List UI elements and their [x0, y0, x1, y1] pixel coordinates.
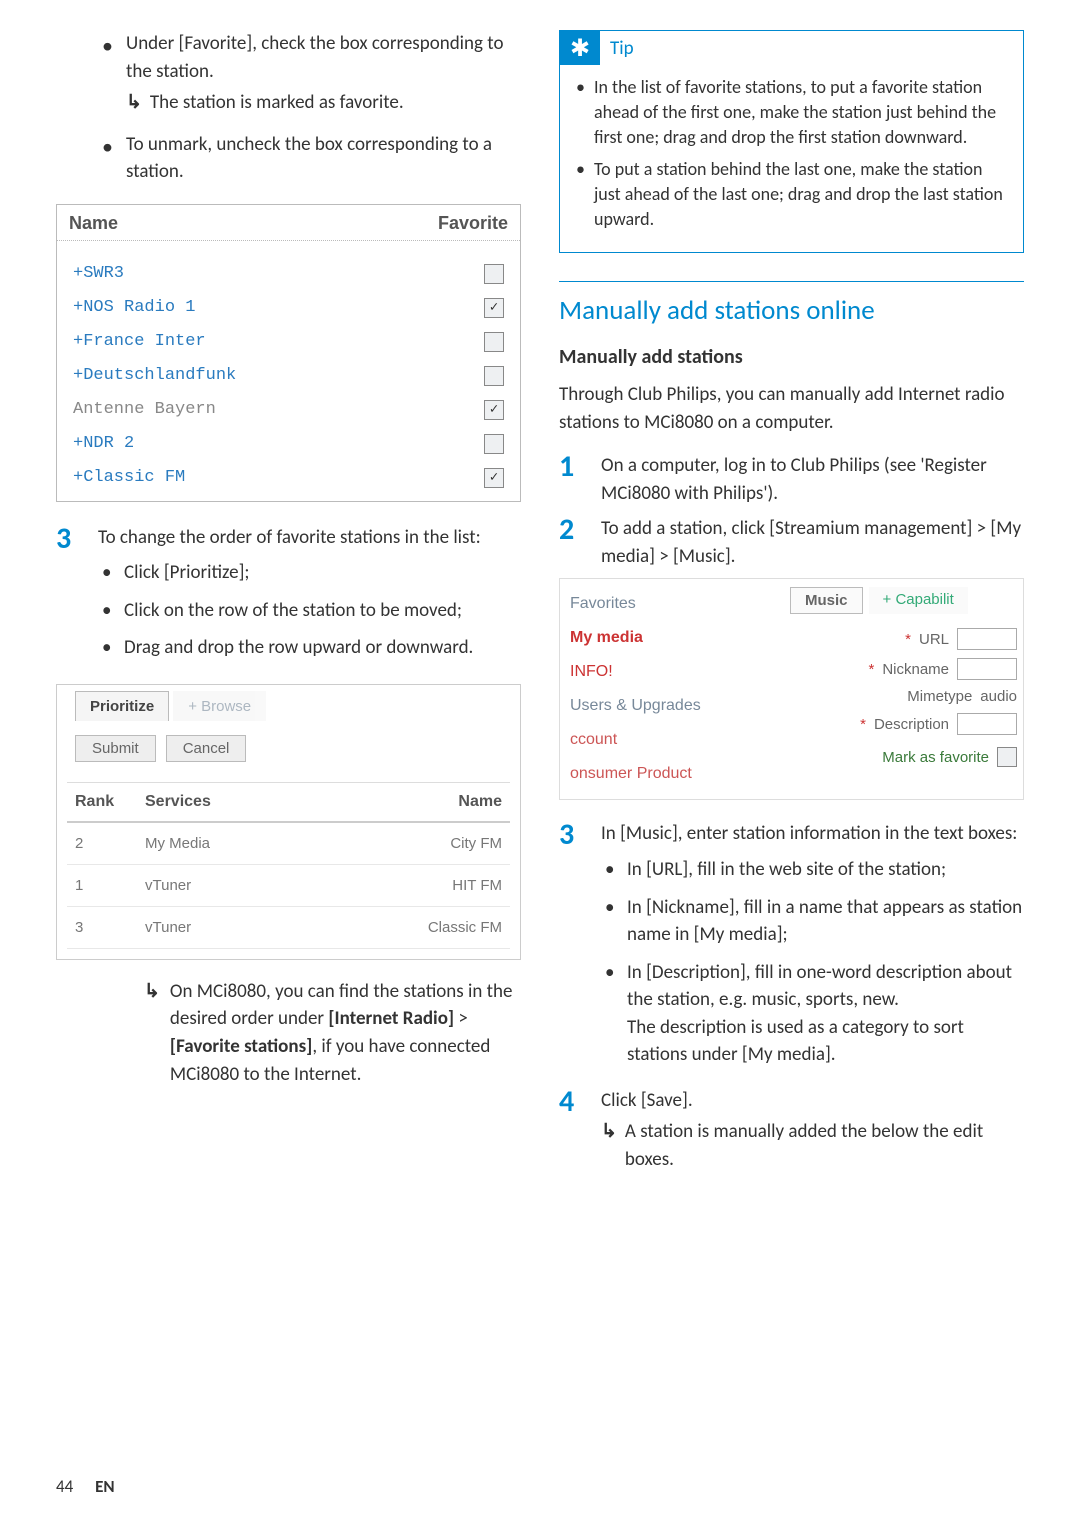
step-4-save: 4 Click [Save]. ↳ A station is manually …	[559, 1087, 1024, 1174]
list-item: Drag and drop the row upward or downward…	[124, 634, 521, 662]
description-field[interactable]	[957, 713, 1017, 735]
page-footer: 44 EN	[56, 1476, 115, 1497]
nav-consumer-product[interactable]: onsumer Product	[570, 757, 750, 791]
step-number: 3	[56, 524, 82, 672]
nav-favorites[interactable]: Favorites	[570, 587, 750, 621]
station-name: Antenne Bayern	[73, 400, 216, 419]
table-row: +Classic FM ✓	[69, 461, 508, 495]
table-row: +NDR 2	[69, 427, 508, 461]
step-lead: In [Music], enter station information in…	[601, 822, 1017, 845]
mark-favorite-checkbox[interactable]	[997, 747, 1017, 767]
intro-paragraph: Through Club Philips, you can manually a…	[559, 381, 1024, 436]
label-mark-favorite: Mark as favorite	[882, 749, 989, 766]
favorite-checkbox[interactable]	[484, 332, 504, 352]
favorite-checkbox[interactable]	[484, 434, 504, 454]
favorite-checkbox[interactable]: ✓	[484, 298, 504, 318]
result-text: A station is manually added the below th…	[625, 1118, 1024, 1173]
tip-title: Tip	[610, 37, 634, 60]
step-number: 2	[559, 515, 585, 570]
label-url: URL	[919, 631, 949, 648]
col-name-header: Name	[370, 783, 510, 823]
step-2-add: 2 To add a station, click [Streamium man…	[559, 515, 1024, 570]
step-number: 4	[559, 1087, 585, 1174]
tab-prioritize[interactable]: Prioritize	[75, 691, 169, 721]
mimetype-value: audio	[980, 688, 1017, 705]
prioritize-screenshot: Prioritize + Browse Submit Cancel Rank S…	[56, 684, 521, 960]
table-row[interactable]: 2My MediaCity FM	[67, 823, 510, 865]
url-field[interactable]	[957, 628, 1017, 650]
bullet-favorite-uncheck: To unmark, uncheck the box corresponding…	[126, 131, 521, 186]
label-description: Description	[874, 716, 949, 733]
section-heading: Manually add stations online	[559, 281, 1024, 327]
cancel-button[interactable]: Cancel	[166, 735, 247, 762]
bullet-favorite-check: Under [Favorite], check the box correspo…	[126, 30, 521, 117]
table-row: +Deutschlandfunk	[69, 359, 508, 393]
tip-item: In the list of favorite stations, to put…	[576, 75, 1007, 151]
table-row[interactable]: 3vTunerClassic FM	[67, 907, 510, 949]
step-3-result: ↳ On MCi8080, you can find the stations …	[56, 978, 521, 1088]
step-text: On a computer, log in to Club Philips (s…	[601, 452, 1024, 507]
text: Under [Favorite], check the box correspo…	[126, 32, 503, 83]
submit-button[interactable]: Submit	[75, 735, 156, 762]
tip-icon: ✱	[560, 31, 600, 65]
nav-users-upgrades[interactable]: Users & Upgrades	[570, 689, 750, 723]
table-row: Antenne Bayern ✓	[69, 393, 508, 427]
tab-capabilities[interactable]: + Capabilit	[869, 587, 968, 614]
col-name-header: Name	[69, 213, 118, 234]
favorite-checkbox[interactable]: ✓	[484, 400, 504, 420]
result-text: On MCi8080, you can find the stations in…	[170, 978, 521, 1088]
table-row[interactable]: 1vTunerHIT FM	[67, 865, 510, 907]
col-rank-header: Rank	[67, 783, 137, 823]
nav-account[interactable]: ccount	[570, 723, 750, 757]
station-name: +Deutschlandfunk	[73, 366, 236, 385]
club-philips-screenshot: Favorites My media INFO! Users & Upgrade…	[559, 578, 1024, 800]
list-item: In [URL], fill in the web site of the st…	[627, 856, 1024, 884]
step-text: Click [Save].	[601, 1089, 693, 1112]
nav-info[interactable]: INFO!	[570, 655, 750, 689]
result-arrow-icon: ↳	[126, 89, 142, 117]
page-number: 44	[56, 1476, 73, 1497]
favorite-checkbox[interactable]	[484, 366, 504, 386]
step-number: 3	[559, 820, 585, 1078]
station-name: +SWR3	[73, 264, 124, 283]
tip-item: To put a station behind the last one, ma…	[576, 157, 1007, 233]
station-name: +NOS Radio 1	[73, 298, 195, 317]
list-item: Click [Prioritize];	[124, 559, 521, 587]
tab-music[interactable]: Music	[790, 587, 863, 614]
table-row: +SWR3	[69, 257, 508, 291]
step-1-login: 1 On a computer, log in to Club Philips …	[559, 452, 1024, 507]
step-lead: To change the order of favorite stations…	[98, 526, 481, 549]
tab-browse[interactable]: + Browse	[173, 691, 266, 721]
result-text: The station is marked as favorite.	[150, 89, 404, 117]
label-nickname: Nickname	[882, 661, 949, 678]
step-3-reorder: 3 To change the order of favorite statio…	[56, 524, 521, 672]
table-row: +France Inter	[69, 325, 508, 359]
col-services-header: Services	[137, 783, 370, 823]
list-item: Click on the row of the station to be mo…	[124, 597, 521, 625]
tip-box: ✱ Tip In the list of favorite stations, …	[559, 30, 1024, 253]
station-name: +France Inter	[73, 332, 206, 351]
list-item: In [Description], fill in one-word descr…	[627, 959, 1024, 1069]
sub-heading: Manually add stations	[559, 345, 1024, 369]
list-item: In [Nickname], fill in a name that appea…	[627, 894, 1024, 949]
station-name: +NDR 2	[73, 434, 134, 453]
nickname-field[interactable]	[957, 658, 1017, 680]
station-name: +Classic FM	[73, 468, 185, 487]
favorite-checkbox[interactable]: ✓	[484, 468, 504, 488]
favorite-stations-table: Name Favorite +SWR3 +NOS Radio 1 ✓ +France …	[56, 204, 521, 502]
col-favorite-header: Favorite	[438, 213, 508, 234]
result-arrow-icon: ↳	[144, 978, 160, 1088]
favorite-checkbox[interactable]	[484, 264, 504, 284]
step-number: 1	[559, 452, 585, 507]
step-text: To add a station, click [Streamium manag…	[601, 515, 1024, 570]
label-mimetype: Mimetype	[907, 688, 972, 705]
table-row: +NOS Radio 1 ✓	[69, 291, 508, 325]
result-arrow-icon: ↳	[601, 1118, 617, 1173]
language-code: EN	[95, 1476, 115, 1497]
nav-my-media[interactable]: My media	[570, 621, 750, 655]
step-3-enter-info: 3 In [Music], enter station information …	[559, 820, 1024, 1078]
